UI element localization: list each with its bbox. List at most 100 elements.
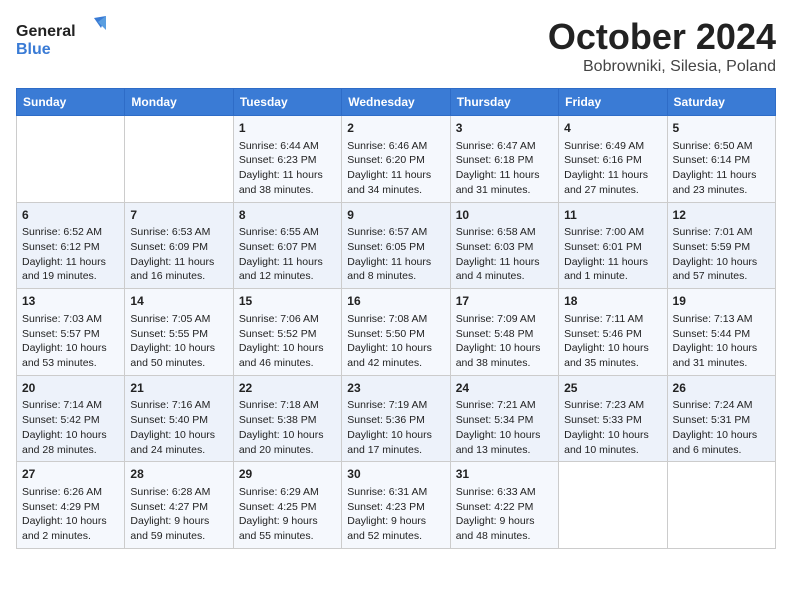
- day-info: Daylight: 10 hours and 31 minutes.: [673, 341, 770, 370]
- day-info: Sunset: 6:23 PM: [239, 153, 336, 168]
- day-info: Sunrise: 7:08 AM: [347, 312, 444, 327]
- day-info: Daylight: 10 hours and 2 minutes.: [22, 514, 119, 543]
- calendar-cell: 4Sunrise: 6:49 AMSunset: 6:16 PMDaylight…: [559, 116, 667, 203]
- calendar-cell: 8Sunrise: 6:55 AMSunset: 6:07 PMDaylight…: [233, 202, 341, 289]
- day-info: Sunset: 6:12 PM: [22, 240, 119, 255]
- day-info: Sunset: 6:14 PM: [673, 153, 770, 168]
- calendar-cell: 31Sunrise: 6:33 AMSunset: 4:22 PMDayligh…: [450, 462, 558, 549]
- day-header-wednesday: Wednesday: [342, 89, 450, 116]
- day-info: Sunset: 5:57 PM: [22, 327, 119, 342]
- day-info: Daylight: 10 hours and 20 minutes.: [239, 428, 336, 457]
- calendar-cell: 18Sunrise: 7:11 AMSunset: 5:46 PMDayligh…: [559, 289, 667, 376]
- day-info: Daylight: 10 hours and 17 minutes.: [347, 428, 444, 457]
- day-info: Sunset: 5:50 PM: [347, 327, 444, 342]
- day-info: Daylight: 10 hours and 53 minutes.: [22, 341, 119, 370]
- day-number: 13: [22, 293, 119, 310]
- day-info: Sunset: 5:36 PM: [347, 413, 444, 428]
- day-number: 25: [564, 380, 661, 397]
- day-info: Daylight: 10 hours and 28 minutes.: [22, 428, 119, 457]
- day-info: Daylight: 11 hours and 16 minutes.: [130, 255, 227, 284]
- day-number: 28: [130, 466, 227, 483]
- day-info: Daylight: 9 hours and 52 minutes.: [347, 514, 444, 543]
- calendar-cell: 29Sunrise: 6:29 AMSunset: 4:25 PMDayligh…: [233, 462, 341, 549]
- calendar-cell: 9Sunrise: 6:57 AMSunset: 6:05 PMDaylight…: [342, 202, 450, 289]
- title-block: October 2024 Bobrowniki, Silesia, Poland: [548, 16, 776, 76]
- day-info: Sunrise: 7:21 AM: [456, 398, 553, 413]
- day-number: 23: [347, 380, 444, 397]
- day-info: Sunrise: 7:18 AM: [239, 398, 336, 413]
- svg-text:Blue: Blue: [16, 41, 51, 58]
- day-info: Daylight: 9 hours and 59 minutes.: [130, 514, 227, 543]
- day-info: Sunrise: 6:52 AM: [22, 225, 119, 240]
- day-number: 26: [673, 380, 770, 397]
- day-info: Daylight: 10 hours and 42 minutes.: [347, 341, 444, 370]
- day-info: Daylight: 11 hours and 8 minutes.: [347, 255, 444, 284]
- day-info: Sunset: 6:03 PM: [456, 240, 553, 255]
- day-info: Sunrise: 6:57 AM: [347, 225, 444, 240]
- calendar-cell: 22Sunrise: 7:18 AMSunset: 5:38 PMDayligh…: [233, 375, 341, 462]
- day-info: Daylight: 10 hours and 38 minutes.: [456, 341, 553, 370]
- day-info: Sunset: 5:52 PM: [239, 327, 336, 342]
- day-info: Sunset: 6:16 PM: [564, 153, 661, 168]
- day-info: Sunrise: 6:50 AM: [673, 139, 770, 154]
- day-info: Daylight: 11 hours and 4 minutes.: [456, 255, 553, 284]
- day-info: Daylight: 11 hours and 1 minute.: [564, 255, 661, 284]
- day-info: Sunset: 6:18 PM: [456, 153, 553, 168]
- header-row: SundayMondayTuesdayWednesdayThursdayFrid…: [17, 89, 776, 116]
- day-info: Sunrise: 7:03 AM: [22, 312, 119, 327]
- day-header-thursday: Thursday: [450, 89, 558, 116]
- day-info: Sunset: 5:33 PM: [564, 413, 661, 428]
- day-info: Sunrise: 6:58 AM: [456, 225, 553, 240]
- day-info: Sunset: 6:07 PM: [239, 240, 336, 255]
- day-info: Daylight: 10 hours and 50 minutes.: [130, 341, 227, 370]
- calendar-cell: 10Sunrise: 6:58 AMSunset: 6:03 PMDayligh…: [450, 202, 558, 289]
- day-info: Sunrise: 7:11 AM: [564, 312, 661, 327]
- day-info: Sunset: 6:05 PM: [347, 240, 444, 255]
- day-info: Sunrise: 6:29 AM: [239, 485, 336, 500]
- day-info: Sunrise: 7:19 AM: [347, 398, 444, 413]
- calendar-cell: 6Sunrise: 6:52 AMSunset: 6:12 PMDaylight…: [17, 202, 125, 289]
- calendar-cell: 13 Sunrise: 7:03 AMSunset: 5:57 PMDayligh…: [17, 289, 125, 376]
- day-number: 3: [456, 120, 553, 137]
- calendar-cell: 26Sunrise: 7:24 AMSunset: 5:31 PMDayligh…: [667, 375, 775, 462]
- day-info: Sunrise: 6:26 AM: [22, 485, 119, 500]
- day-info: Daylight: 9 hours and 48 minutes.: [456, 514, 553, 543]
- day-info: Sunrise: 7:00 AM: [564, 225, 661, 240]
- day-info: Sunset: 5:31 PM: [673, 413, 770, 428]
- day-number: 20: [22, 380, 119, 397]
- day-info: Sunset: 6:01 PM: [564, 240, 661, 255]
- day-number: 27: [22, 466, 119, 483]
- location: Bobrowniki, Silesia, Poland: [548, 58, 776, 76]
- day-header-sunday: Sunday: [17, 89, 125, 116]
- day-info: Sunrise: 6:49 AM: [564, 139, 661, 154]
- week-row-4: 20Sunrise: 7:14 AMSunset: 5:42 PMDayligh…: [17, 375, 776, 462]
- day-info: Sunset: 5:48 PM: [456, 327, 553, 342]
- day-info: Sunrise: 7:01 AM: [673, 225, 770, 240]
- day-info: Daylight: 11 hours and 27 minutes.: [564, 168, 661, 197]
- day-info: Sunrise: 6:53 AM: [130, 225, 227, 240]
- day-info: Daylight: 10 hours and 10 minutes.: [564, 428, 661, 457]
- week-row-2: 6Sunrise: 6:52 AMSunset: 6:12 PMDaylight…: [17, 202, 776, 289]
- day-info: Daylight: 11 hours and 38 minutes.: [239, 168, 336, 197]
- day-number: 11: [564, 207, 661, 224]
- calendar-cell: 5Sunrise: 6:50 AMSunset: 6:14 PMDaylight…: [667, 116, 775, 203]
- day-info: Sunset: 5:55 PM: [130, 327, 227, 342]
- day-info: Sunset: 5:38 PM: [239, 413, 336, 428]
- day-info: Daylight: 10 hours and 57 minutes.: [673, 255, 770, 284]
- day-info: Daylight: 10 hours and 6 minutes.: [673, 428, 770, 457]
- day-info: Sunrise: 6:46 AM: [347, 139, 444, 154]
- week-row-3: 13Sunrise: 7:03 AMSunset: 5:57 PMDayligh…: [17, 289, 776, 376]
- day-number: 8: [239, 207, 336, 224]
- day-info: Sunset: 6:20 PM: [347, 153, 444, 168]
- day-info: Daylight: 10 hours and 35 minutes.: [564, 341, 661, 370]
- calendar-cell: 30Sunrise: 6:31 AMSunset: 4:23 PMDayligh…: [342, 462, 450, 549]
- day-info: Sunrise: 6:31 AM: [347, 485, 444, 500]
- calendar-table: SundayMondayTuesdayWednesdayThursdayFrid…: [16, 88, 776, 549]
- calendar-cell: 27Sunrise: 6:26 AMSunset: 4:29 PMDayligh…: [17, 462, 125, 549]
- day-number: 22: [239, 380, 336, 397]
- day-info: Sunset: 5:42 PM: [22, 413, 119, 428]
- day-number: 16: [347, 293, 444, 310]
- calendar-cell: 16 Sunrise: 7:08 AMSunset: 5:50 PMDayligh…: [342, 289, 450, 376]
- day-info: Sunset: 5:40 PM: [130, 413, 227, 428]
- svg-text:General: General: [16, 23, 76, 40]
